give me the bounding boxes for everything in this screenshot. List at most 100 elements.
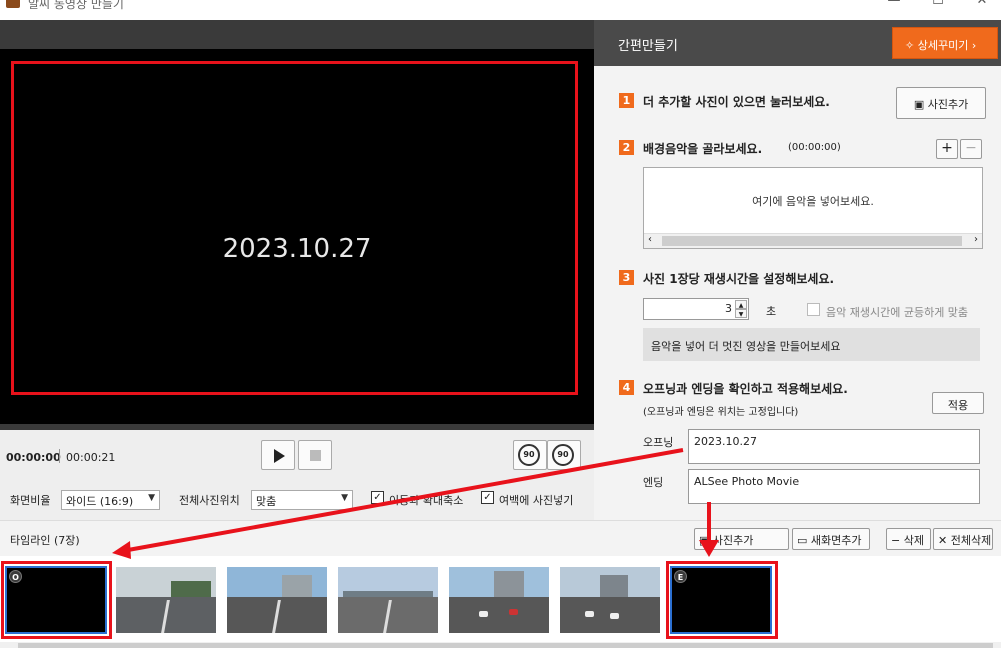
move-zoom-checkbox[interactable]: ✓ bbox=[371, 491, 384, 504]
scroll-left-icon[interactable]: ‹ bbox=[648, 234, 652, 245]
timeline-count: (7장) bbox=[53, 534, 80, 547]
sync-music-checkbox[interactable] bbox=[807, 303, 820, 316]
thumb-car bbox=[509, 609, 518, 615]
panel-title: 간편만들기 bbox=[618, 39, 678, 54]
thumb-car bbox=[479, 611, 488, 617]
chevron-down-icon: ▼ bbox=[341, 493, 348, 503]
ending-label: 엔딩 bbox=[643, 476, 664, 489]
timeline-thumb[interactable] bbox=[227, 567, 327, 633]
ratio-select[interactable]: 와이드 (16:9) ▼ bbox=[61, 490, 160, 510]
detail-decorate-button[interactable]: ✧ 상세꾸미기 › bbox=[892, 27, 998, 59]
right-header: 간편만들기 ✧ 상세꾸미기 › bbox=[594, 20, 1001, 66]
timeline-add-photo-button[interactable]: ▣ 사진추가 bbox=[694, 528, 789, 550]
spin-down-icon[interactable]: ▼ bbox=[735, 309, 747, 318]
play-icon bbox=[274, 449, 285, 463]
margin-checkbox[interactable]: ✓ bbox=[481, 491, 494, 504]
music-scrollbar[interactable]: ‹ › bbox=[644, 233, 982, 248]
rotate-left-icon: 90 bbox=[518, 444, 540, 466]
preview-highlight-box bbox=[11, 61, 578, 395]
ratio-value: 와이드 (16:9) bbox=[66, 495, 134, 508]
thumb-trees bbox=[171, 580, 211, 597]
minimize-button[interactable]: — bbox=[884, 0, 904, 10]
ending-highlight-box bbox=[666, 561, 778, 639]
delete-all-label: 전체삭제 bbox=[950, 534, 992, 547]
detail-button-label: 상세꾸미기 bbox=[917, 39, 969, 52]
current-time: 00:00:00 bbox=[6, 451, 61, 464]
position-select[interactable]: 맞춤 ▼ bbox=[251, 490, 353, 510]
add-photo-icon: ▣ bbox=[699, 534, 713, 547]
add-photo-label: 사진추가 bbox=[927, 98, 969, 111]
timeline-thumb[interactable] bbox=[338, 567, 438, 633]
step-3-text: 사진 1장당 재생시간을 설정해보세요. bbox=[643, 272, 835, 286]
quick-make-panel: 1 더 추가할 사진이 있으면 눌러보세요. ▣ 사진추가 2 배경음악을 골라… bbox=[594, 66, 1001, 520]
player-controls: 00:00:00 00:00:21 90 90 화면비율 와이드 (16:9) … bbox=[0, 430, 594, 520]
thumb-road bbox=[449, 596, 549, 633]
chevron-down-icon: ▼ bbox=[148, 493, 155, 503]
stop-button[interactable] bbox=[298, 440, 332, 470]
music-list[interactable]: 여기에 음악을 넣어보세요. ‹ › bbox=[643, 167, 983, 249]
thumb-building bbox=[494, 570, 524, 597]
opening-label: 오프닝 bbox=[643, 436, 674, 449]
spin-up-icon[interactable]: ▲ bbox=[735, 300, 747, 309]
music-duration: (00:00:00) bbox=[788, 142, 841, 153]
step-4-number: 4 bbox=[619, 380, 634, 395]
delete-label: 삭제 bbox=[903, 534, 924, 547]
delete-button[interactable]: − 삭제 bbox=[886, 528, 931, 550]
total-time: 00:00:21 bbox=[66, 451, 116, 464]
move-zoom-label: 이동과 확대축소 bbox=[389, 494, 464, 507]
music-hint: 음악을 넣어 더 멋진 영상을 만들어보세요 bbox=[643, 328, 980, 361]
remove-music-button[interactable]: − bbox=[960, 139, 982, 159]
timeline-thumb[interactable] bbox=[449, 567, 549, 633]
title-bar: 알씨 동영상 만들기 — ☐ ✕ bbox=[0, 0, 1001, 20]
thumb-building bbox=[282, 574, 312, 597]
rotate-right-icon: 90 bbox=[552, 444, 574, 466]
timeline-title: 타임라인 (7장) bbox=[10, 534, 80, 547]
close-button[interactable]: ✕ bbox=[972, 0, 992, 10]
timeline-thumb[interactable] bbox=[560, 567, 660, 633]
add-screen-label: 새화면추가 bbox=[810, 534, 862, 547]
timeline-scroll-thumb[interactable] bbox=[18, 643, 993, 648]
position-label: 전체사진위치 bbox=[179, 494, 240, 507]
add-screen-button[interactable]: ▭ 새화면추가 bbox=[792, 528, 870, 550]
opening-highlight-box bbox=[1, 561, 112, 639]
step-3-number: 3 bbox=[619, 270, 634, 285]
thumb-car bbox=[585, 611, 594, 617]
position-value: 맞춤 bbox=[256, 495, 277, 508]
add-photo-icon: ▣ bbox=[913, 98, 928, 111]
scroll-thumb[interactable] bbox=[662, 236, 962, 246]
rotate-right-button[interactable]: 90 bbox=[547, 440, 581, 470]
timeline-add-photo-label: 사진추가 bbox=[712, 534, 754, 547]
minus-icon: − bbox=[891, 534, 904, 547]
add-music-button[interactable]: + bbox=[936, 139, 958, 159]
stop-icon bbox=[310, 450, 321, 461]
add-screen-icon: ▭ bbox=[797, 534, 811, 547]
thumb-car bbox=[610, 613, 619, 619]
magic-wand-icon: ✧ bbox=[905, 39, 918, 52]
apply-button[interactable]: 적용 bbox=[932, 392, 984, 414]
step-2-text: 배경음악을 골라보세요. bbox=[643, 142, 763, 156]
step-4-note: (오프닝과 엔딩은 위치는 고정입니다) bbox=[643, 407, 799, 418]
rotate-left-button[interactable]: 90 bbox=[513, 440, 547, 470]
app-icon bbox=[6, 0, 20, 8]
scroll-right-icon[interactable]: › bbox=[974, 234, 978, 245]
opening-field[interactable]: 2023.10.27 bbox=[688, 429, 980, 464]
thumb-building bbox=[600, 574, 628, 597]
time-divider bbox=[59, 449, 60, 463]
step-1-number: 1 bbox=[619, 93, 634, 108]
window-title: 알씨 동영상 만들기 bbox=[28, 0, 124, 11]
step-2-number: 2 bbox=[619, 140, 634, 155]
maximize-button[interactable]: ☐ bbox=[928, 0, 948, 10]
duration-input[interactable]: 3 ▲ ▼ bbox=[643, 298, 749, 320]
delete-all-button[interactable]: ✕ 전체삭제 bbox=[933, 528, 993, 550]
timeline-thumb[interactable] bbox=[116, 567, 216, 633]
add-photo-button[interactable]: ▣ 사진추가 bbox=[896, 87, 986, 119]
ending-field[interactable]: ALSee Photo Movie bbox=[688, 469, 980, 504]
timeline-strip[interactable]: O E bbox=[0, 556, 1001, 648]
chevron-right-icon: › bbox=[968, 39, 977, 52]
close-icon: ✕ bbox=[938, 534, 951, 547]
step-4-text: 오프닝과 엔딩을 확인하고 적용해보세요. bbox=[643, 382, 848, 396]
margin-label: 여백에 사진넣기 bbox=[499, 494, 574, 507]
play-button[interactable] bbox=[261, 440, 295, 470]
timeline-scrollbar[interactable] bbox=[0, 642, 1001, 648]
sync-music-label: 음악 재생시간에 균등하게 맞춤 bbox=[826, 306, 969, 319]
